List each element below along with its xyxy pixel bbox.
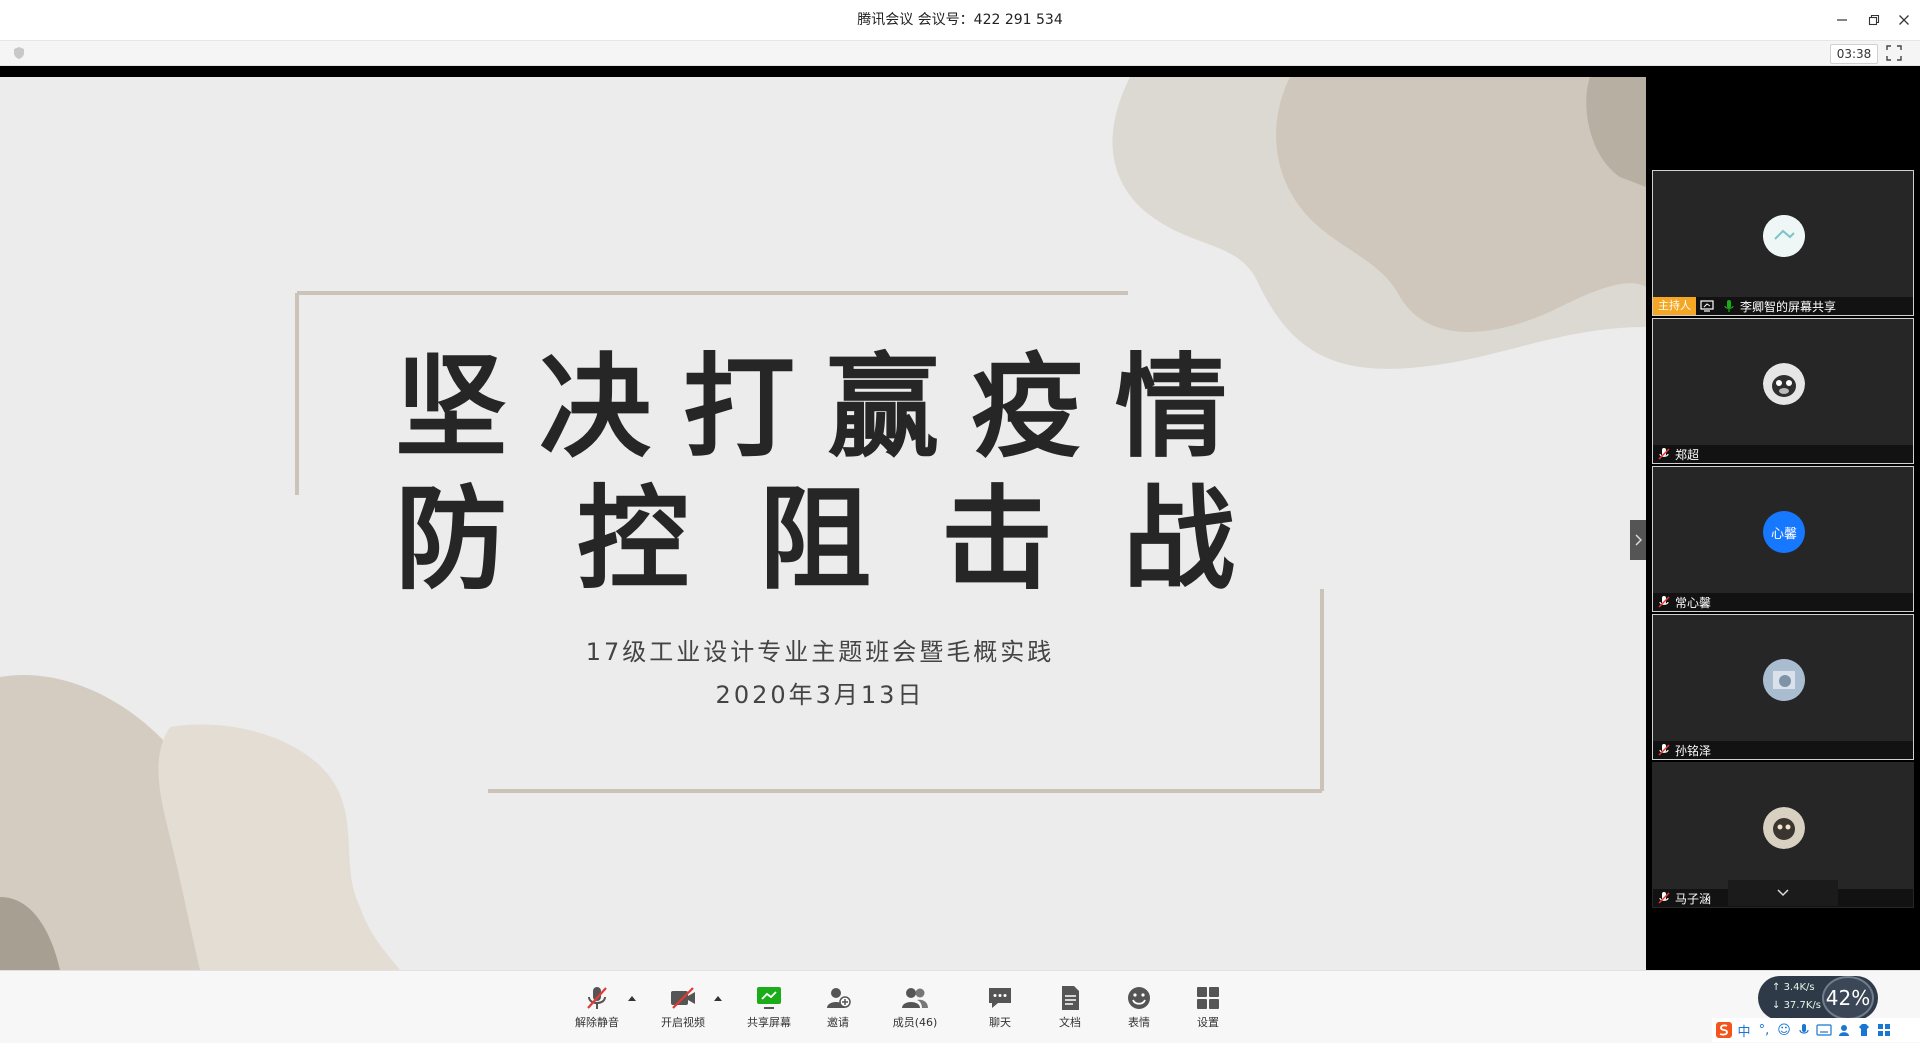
emoji-button[interactable]: 表情 [1104, 985, 1174, 1035]
mic-muted-icon [1658, 892, 1670, 904]
members-button[interactable]: 成员(46) [880, 985, 950, 1035]
text-avatar: 心馨 [1763, 511, 1805, 553]
meeting-info-bar: 03:38 [0, 41, 1920, 66]
caret-up-icon [628, 995, 636, 1001]
meeting-toolbar: 解除静音 开启视频 共享屏幕 邀请 成员(46) 聊天 文档 表情 设置 [0, 970, 1920, 1043]
dog-avatar [1763, 363, 1805, 405]
network-speed-widget[interactable]: ↑ 3.4K/s ↓ 37.7K/s 42% [1758, 976, 1878, 1020]
user-icon[interactable] [1836, 1022, 1852, 1038]
participant-tile[interactable]: 郑超 [1652, 318, 1914, 464]
toolbox-icon[interactable] [1876, 1022, 1892, 1038]
settings-label: 设置 [1197, 1016, 1219, 1029]
participant-tile[interactable]: 心馨 常心馨 [1652, 466, 1914, 612]
participant-namebar: 郑超 [1653, 445, 1913, 463]
sogou-logo-icon[interactable] [1716, 1022, 1732, 1038]
add-user-icon [827, 988, 851, 1008]
participant-name: 常心馨 [1675, 595, 1712, 610]
cat-avatar [1763, 807, 1805, 849]
start-video-label: 开启视频 [661, 1016, 705, 1029]
docs-button[interactable]: 文档 [1035, 985, 1105, 1035]
screen-share-icon [1700, 300, 1714, 312]
shield-icon[interactable] [12, 46, 26, 60]
members-icon [902, 988, 928, 1008]
start-video-button[interactable]: 开启视频 [648, 985, 718, 1035]
members-label: 成员(46) [892, 1016, 938, 1029]
ime-toolbar: 中 °, ☺ [1712, 1018, 1920, 1042]
mic-muted-icon [1658, 596, 1670, 608]
minimize-icon [1837, 19, 1847, 21]
grid-icon [1197, 987, 1219, 1009]
participant-tile[interactable]: 主持人 李卿智的屏幕共享 [1652, 170, 1914, 316]
invite-label: 邀请 [827, 1016, 849, 1029]
camera-off-icon [671, 987, 695, 1009]
share-screen-icon [757, 987, 781, 1009]
shared-screen: 坚决打赢疫情 防控阻击战 17级工业设计专业主题班会暨毛概实践 2020年3月1… [0, 66, 1646, 970]
participant-name: 马子涵 [1675, 891, 1712, 906]
mic-muted-icon [587, 987, 607, 1009]
landscape-avatar [1763, 215, 1805, 257]
slide-title-line2: 防控阻击战 [395, 475, 1305, 605]
invite-button[interactable]: 邀请 [803, 985, 873, 1035]
participant-name: 孙铭泽 [1675, 743, 1712, 758]
document-icon [1062, 986, 1079, 1010]
share-screen-label: 共享屏幕 [747, 1016, 791, 1029]
docs-label: 文档 [1059, 1016, 1081, 1029]
chat-label: 聊天 [989, 1016, 1011, 1029]
mic-on-icon [1724, 300, 1734, 312]
settings-button[interactable]: 设置 [1173, 985, 1243, 1035]
chevron-right-icon [1635, 534, 1642, 546]
upload-speed-value: 3.4K/s [1783, 982, 1815, 993]
download-speed-value: 37.7K/s [1783, 1000, 1821, 1011]
usage-percent: 42% [1822, 976, 1874, 1020]
title-bar: 腾讯会议 会议号：422 291 534 [0, 0, 1920, 41]
meeting-timer: 03:38 [1830, 44, 1878, 64]
fullscreen-icon[interactable] [1886, 45, 1902, 61]
presentation-slide: 坚决打赢疫情 防控阻击战 17级工业设计专业主题班会暨毛概实践 2020年3月1… [0, 77, 1646, 970]
avatar-initials: 心馨 [1770, 526, 1797, 542]
participant-scroll-down[interactable] [1728, 880, 1838, 906]
window-title: 腾讯会议 会议号：422 291 534 [857, 12, 1063, 28]
voice-icon[interactable] [1796, 1022, 1812, 1038]
chat-icon [989, 988, 1011, 1008]
skin-icon[interactable] [1856, 1022, 1872, 1038]
mic-muted-icon [1658, 744, 1670, 756]
participant-name: 李卿智的屏幕共享 [1740, 299, 1837, 314]
punctuation-icon[interactable]: °, [1756, 1022, 1772, 1038]
restore-icon [1868, 14, 1880, 26]
slide-date: 2020年3月13日 [715, 681, 925, 709]
panel-collapse-toggle[interactable] [1630, 520, 1646, 560]
minimize-button[interactable] [1830, 8, 1854, 32]
participant-namebar: 常心馨 [1653, 593, 1913, 611]
unmute-button[interactable]: 解除静音 [562, 985, 632, 1035]
participant-namebar: 主持人 李卿智的屏幕共享 [1653, 297, 1913, 315]
emoji-small-icon[interactable]: ☺ [1776, 1022, 1792, 1038]
unmute-label: 解除静音 [575, 1016, 619, 1029]
smiley-icon [1128, 987, 1150, 1009]
host-badge: 主持人 [1653, 297, 1696, 315]
emoji-label: 表情 [1128, 1016, 1150, 1029]
participant-panel: 主持人 李卿智的屏幕共享 郑超 心馨 常心馨 孙铭泽 马子涵 [1646, 66, 1920, 970]
ime-lang[interactable]: 中 [1736, 1022, 1752, 1040]
share-screen-button[interactable]: 共享屏幕 [734, 985, 804, 1035]
close-icon [1899, 15, 1909, 25]
keyboard-icon[interactable] [1816, 1022, 1832, 1038]
close-button[interactable] [1892, 8, 1916, 32]
participant-name: 郑超 [1675, 447, 1700, 462]
upload-speed: ↑ 3.4K/s [1772, 982, 1815, 993]
participant-namebar: 孙铭泽 [1653, 741, 1913, 759]
chat-button[interactable]: 聊天 [965, 985, 1035, 1035]
restore-button[interactable] [1862, 8, 1886, 32]
participant-tile[interactable]: 孙铭泽 [1652, 614, 1914, 760]
slide-subtitle: 17级工业设计专业主题班会暨毛概实践 [585, 638, 1055, 666]
download-speed: ↓ 37.7K/s [1772, 1000, 1821, 1011]
chevron-down-icon [1777, 889, 1789, 897]
audio-options-caret[interactable] [627, 993, 637, 1003]
photo-avatar [1763, 659, 1805, 701]
caret-up-icon [714, 995, 722, 1001]
mic-muted-icon [1658, 448, 1670, 460]
video-options-caret[interactable] [713, 993, 723, 1003]
